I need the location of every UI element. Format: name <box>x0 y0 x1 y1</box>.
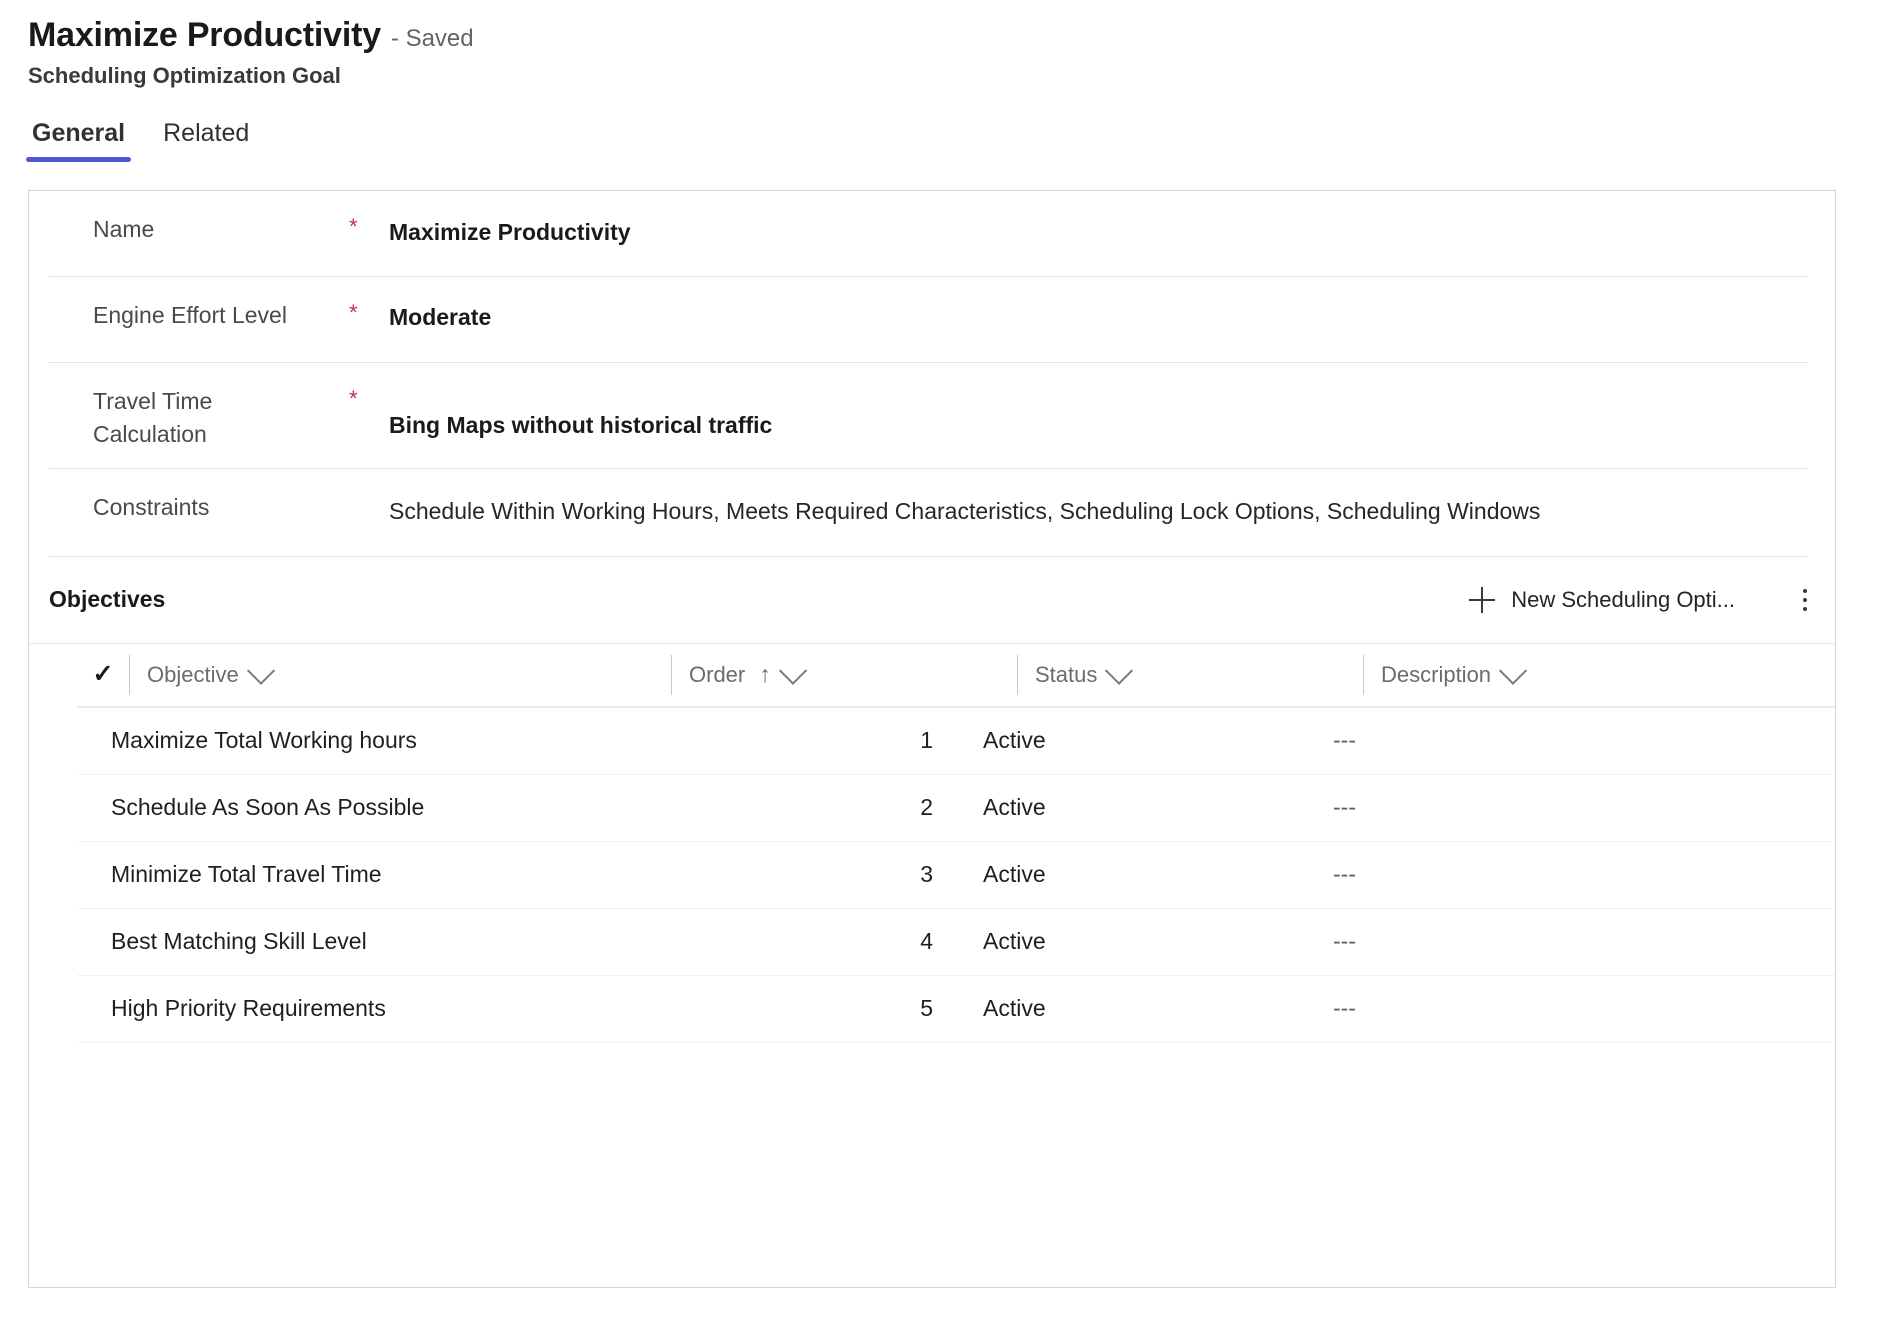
field-value-constraints[interactable]: Schedule Within Working Hours, Meets Req… <box>389 491 1807 528</box>
objectives-subgrid-header: Objectives New Scheduling Opti... <box>29 557 1835 644</box>
cell-order: 4 <box>920 928 933 955</box>
column-header-status[interactable]: Status <box>1017 644 1363 706</box>
table-row[interactable]: High Priority Requirements 5 Active --- <box>77 976 1835 1043</box>
chevron-down-icon <box>1105 656 1134 685</box>
field-label-name: Name <box>93 216 155 242</box>
more-dot-1 <box>1803 588 1807 593</box>
cell-status: Active <box>983 861 1046 888</box>
chevron-down-icon <box>246 656 275 685</box>
table-row[interactable]: Schedule As Soon As Possible 2 Active --… <box>77 775 1835 842</box>
tab-general[interactable]: General <box>26 119 132 163</box>
chevron-down-icon <box>1498 656 1528 685</box>
cell-objective: Schedule As Soon As Possible <box>111 794 425 821</box>
cell-description: --- <box>1333 928 1356 955</box>
column-header-order[interactable]: Order ↑ <box>671 644 1017 706</box>
cell-spacer <box>1707 842 1835 908</box>
more-dot-3 <box>1803 606 1807 611</box>
page-title: Maximize Productivity <box>28 16 381 54</box>
save-status-label: - Saved <box>390 25 474 52</box>
field-row-name: Name * Maximize Productivity <box>49 191 1807 277</box>
field-row-travel-time-calculation: Travel Time Calculation * Bing Maps with… <box>49 363 1807 469</box>
cell-order: 3 <box>920 861 933 888</box>
cell-description: --- <box>1333 995 1356 1022</box>
table-row[interactable]: Best Matching Skill Level 4 Active --- <box>77 909 1835 976</box>
field-label-travel-time-calculation: Travel Time Calculation <box>49 385 349 452</box>
field-label-engine-effort-level: Engine Effort Level <box>93 302 287 328</box>
tab-strip: General Related <box>0 119 1894 163</box>
record-type-subtitle: Scheduling Optimization Goal <box>28 63 341 89</box>
objectives-command-bar: New Scheduling Opti... <box>1455 579 1835 621</box>
chevron-down-icon <box>778 656 807 685</box>
cell-order: 1 <box>920 727 933 754</box>
tab-general-label: General <box>32 119 126 148</box>
cell-description: --- <box>1333 861 1356 888</box>
cell-spacer <box>1707 708 1835 774</box>
checkmark-icon: ✓ <box>92 660 114 689</box>
plus-icon <box>1469 586 1496 613</box>
tab-related[interactable]: Related <box>157 119 255 162</box>
cell-objective: Best Matching Skill Level <box>111 928 367 955</box>
column-header-description-label: Description <box>1381 661 1492 687</box>
cell-status: Active <box>983 928 1046 955</box>
required-indicator-engine-effort-level: * <box>349 300 358 325</box>
cell-objective: High Priority Requirements <box>111 995 386 1022</box>
select-all-checkbox[interactable]: ✓ <box>77 662 129 687</box>
new-scheduling-optimization-objective-label: New Scheduling Opti... <box>1511 586 1735 612</box>
column-header-order-label: Order <box>689 661 746 687</box>
field-value-name[interactable]: Maximize Productivity <box>389 213 1807 249</box>
cell-spacer <box>1707 909 1835 975</box>
cell-status: Active <box>983 794 1046 821</box>
general-tab-panel: Name * Maximize Productivity Engine Effo… <box>28 190 1836 1288</box>
required-indicator-name: * <box>349 214 358 239</box>
tab-related-label: Related <box>163 119 250 148</box>
objectives-grid: ✓ Objective Order ↑ Status Description M… <box>29 644 1835 1043</box>
field-row-engine-effort-level: Engine Effort Level * Moderate <box>49 277 1807 363</box>
cell-objective: Minimize Total Travel Time <box>111 861 382 888</box>
page-header: Maximize Productivity - Saved Scheduling… <box>0 0 1894 89</box>
cell-status: Active <box>983 995 1046 1022</box>
objectives-grid-header-row: ✓ Objective Order ↑ Status Description <box>77 644 1835 708</box>
field-value-engine-effort-level[interactable]: Moderate <box>389 299 1807 334</box>
field-label-constraints: Constraints <box>93 493 210 520</box>
column-header-status-label: Status <box>1035 661 1098 687</box>
field-label-travel-time-calculation-line1: Travel Time <box>93 388 213 414</box>
required-indicator-travel-time-calculation: * <box>349 386 358 411</box>
more-vertical-icon[interactable] <box>1785 580 1825 620</box>
table-row[interactable]: Minimize Total Travel Time 3 Active --- <box>77 842 1835 909</box>
sort-ascending-icon: ↑ <box>759 661 771 688</box>
required-indicator-constraints: * <box>349 491 389 517</box>
column-header-description[interactable]: Description <box>1363 644 1759 706</box>
cell-description: --- <box>1333 727 1356 754</box>
table-row[interactable]: Maximize Total Working hours 1 Active --… <box>77 708 1835 775</box>
field-row-constraints: Constraints * Schedule Within Working Ho… <box>49 469 1807 557</box>
cell-spacer <box>1707 976 1835 1042</box>
cell-status: Active <box>983 727 1046 754</box>
cell-order: 5 <box>920 995 933 1022</box>
field-label-travel-time-calculation-line2: Calculation <box>93 421 207 448</box>
cell-objective: Maximize Total Working hours <box>111 727 417 754</box>
title-row: Maximize Productivity - Saved <box>28 16 1894 55</box>
form-fields: Name * Maximize Productivity Engine Effo… <box>29 191 1835 557</box>
objectives-section-title: Objectives <box>49 586 166 613</box>
column-header-objective-label: Objective <box>147 661 239 687</box>
cell-spacer <box>1707 775 1835 841</box>
cell-description: --- <box>1333 794 1356 821</box>
cell-order: 2 <box>920 794 933 821</box>
more-dot-2 <box>1803 597 1807 602</box>
column-header-objective[interactable]: Objective <box>129 644 671 706</box>
new-scheduling-optimization-objective-button[interactable]: New Scheduling Opti... <box>1455 579 1749 621</box>
field-value-travel-time-calculation[interactable]: Bing Maps without historical traffic <box>389 385 1807 442</box>
